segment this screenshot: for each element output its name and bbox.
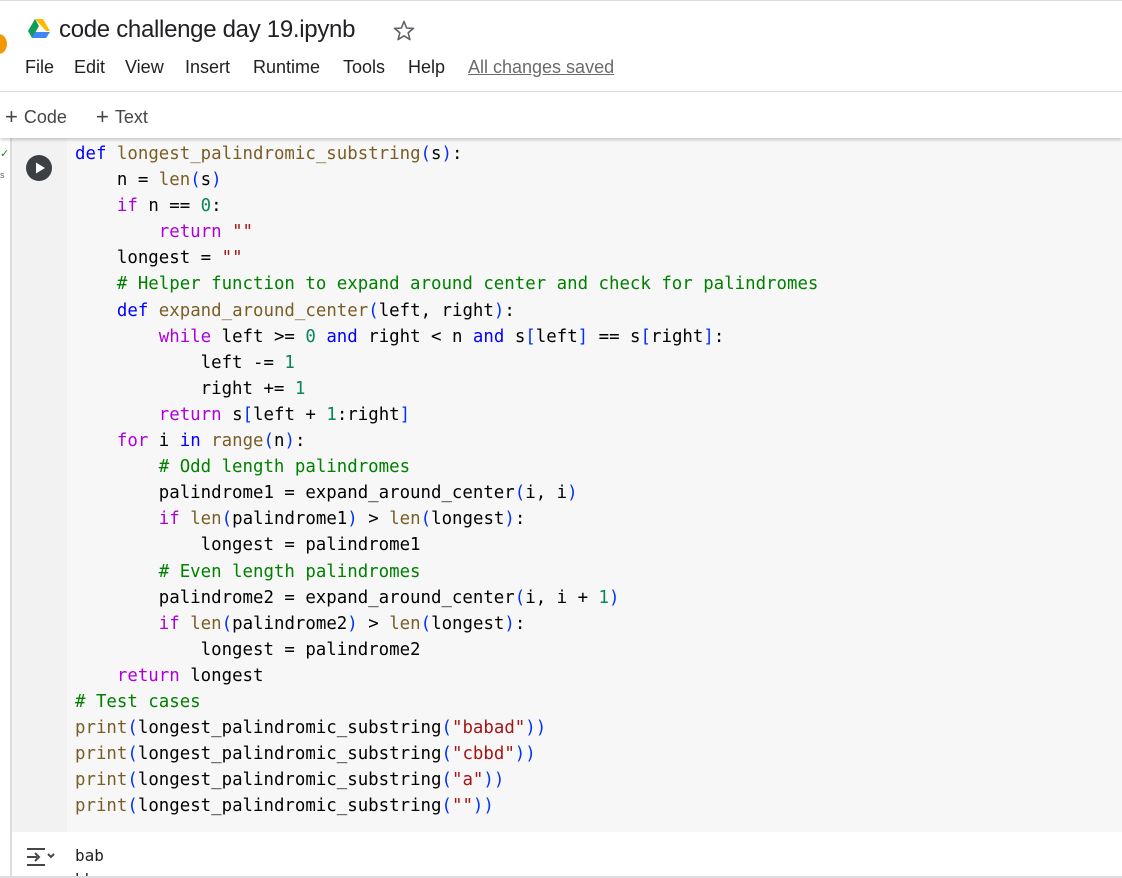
code-line[interactable]: return longest	[75, 666, 264, 686]
run-cell-button[interactable]	[25, 154, 53, 182]
add-code-label: Code	[23, 107, 67, 127]
code-line[interactable]: if len(palindrome1) > len(longest):	[75, 509, 526, 529]
cell-output	[12, 832, 1122, 878]
notebook-header: code challenge day 19.ipynb File Edit Vi…	[0, 0, 1122, 91]
code-content[interactable]: def longest_palindromic_substring(s): n …	[75, 141, 818, 819]
star-icon[interactable]	[392, 19, 416, 43]
code-line[interactable]: print(longest_palindromic_substring(""))	[75, 796, 494, 816]
code-line[interactable]: for i in range(n):	[75, 431, 306, 451]
menu-runtime[interactable]: Runtime	[253, 57, 320, 78]
add-text-cell-button[interactable]: + Text	[96, 103, 148, 129]
code-line[interactable]: right += 1	[75, 379, 306, 399]
code-line[interactable]: return ""	[75, 222, 253, 242]
code-line[interactable]: print(longest_palindromic_substring("cbb…	[75, 744, 536, 764]
code-line[interactable]: palindrome1 = expand_around_center(i, i)	[75, 483, 578, 503]
execution-time: s	[0, 170, 5, 180]
menu-view[interactable]: View	[125, 57, 164, 78]
menu-file[interactable]: File	[25, 57, 54, 78]
code-line[interactable]: longest = palindrome1	[75, 535, 421, 555]
code-line[interactable]: left -= 1	[75, 353, 295, 373]
code-line[interactable]: longest = palindrome2	[75, 640, 421, 660]
save-status-link[interactable]: All changes saved	[468, 57, 614, 78]
code-line[interactable]: n = len(s)	[75, 170, 222, 190]
avatar[interactable]	[0, 34, 7, 54]
output-line: bab	[75, 846, 104, 865]
code-line[interactable]: while left >= 0 and right < n and s[left…	[75, 327, 725, 347]
menu-help[interactable]: Help	[408, 57, 445, 78]
menu-edit[interactable]: Edit	[74, 57, 105, 78]
code-line[interactable]: if n == 0:	[75, 196, 222, 216]
code-line[interactable]: # Helper function to expand around cente…	[75, 274, 819, 294]
output-expand-icon[interactable]	[24, 845, 56, 869]
google-drive-icon[interactable]	[28, 19, 50, 39]
add-code-cell-button[interactable]: + Code	[5, 103, 67, 129]
code-line[interactable]: palindrome2 = expand_around_center(i, i …	[75, 588, 620, 608]
menu-insert[interactable]: Insert	[185, 57, 230, 78]
plus-icon: +	[5, 104, 18, 129]
code-line[interactable]: def expand_around_center(left, right):	[75, 301, 515, 321]
code-line[interactable]: print(longest_palindromic_substring("a")…	[75, 770, 504, 790]
code-line[interactable]: def longest_palindromic_substring(s):	[75, 144, 462, 164]
code-line[interactable]: if len(palindrome2) > len(longest):	[75, 614, 526, 634]
code-line[interactable]: return s[left + 1:right]	[75, 405, 410, 425]
code-line[interactable]: # Even length palindromes	[75, 562, 421, 582]
execution-check-icon: ✓	[0, 148, 10, 160]
plus-icon: +	[96, 104, 109, 129]
code-line[interactable]: # Odd length palindromes	[75, 457, 410, 477]
code-line[interactable]: # Test cases	[75, 692, 201, 712]
cell-toolbar: + Code + Text	[0, 91, 1122, 138]
add-text-label: Text	[114, 107, 148, 127]
cell-gutter	[12, 138, 67, 832]
menu-tools[interactable]: Tools	[343, 57, 385, 78]
code-line[interactable]: print(longest_palindromic_substring("bab…	[75, 718, 546, 738]
notebook-title[interactable]: code challenge day 19.ipynb	[59, 16, 355, 44]
code-line[interactable]: longest = ""	[75, 248, 243, 268]
